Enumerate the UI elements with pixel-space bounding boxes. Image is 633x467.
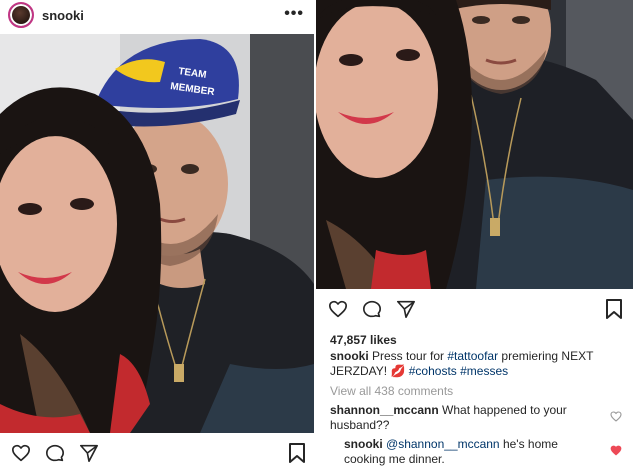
hashtag-cohosts[interactable]: #cohosts: [409, 364, 457, 378]
bookmark-icon[interactable]: [289, 443, 305, 463]
post-photo-left[interactable]: TEAM MEMBER: [0, 34, 314, 433]
heart-icon[interactable]: [328, 300, 348, 318]
bookmark-icon[interactable]: [606, 299, 622, 319]
like-count[interactable]: 47,857 likes: [330, 333, 397, 347]
left-post: snooki ••• TEAM MEMBER: [0, 0, 314, 467]
caption-text: Press tour for: [368, 349, 448, 363]
heart-icon[interactable]: [610, 445, 622, 457]
post-header: snooki •••: [0, 0, 314, 30]
share-icon[interactable]: [396, 300, 416, 318]
hashtag-tattoofar[interactable]: #tattoofar: [447, 349, 498, 363]
comment-icon[interactable]: [45, 444, 65, 462]
avatar[interactable]: [8, 2, 34, 28]
share-icon[interactable]: [79, 444, 99, 462]
caption-username[interactable]: snooki: [330, 349, 369, 363]
left-action-bar: [0, 439, 314, 467]
comment-username[interactable]: snooki: [344, 437, 383, 451]
more-icon[interactable]: •••: [284, 5, 304, 23]
heart-icon[interactable]: [610, 411, 622, 423]
post-caption: snooki Press tour for #tattoofar premier…: [330, 349, 620, 379]
comment-reply: snooki @shannon__mccann he's home cookin…: [344, 437, 600, 467]
hashtag-messes[interactable]: #messes: [460, 364, 508, 378]
comment-mention[interactable]: @shannon__mccann: [386, 437, 500, 451]
post-username[interactable]: snooki: [42, 8, 84, 23]
post-photo-right[interactable]: [316, 0, 633, 289]
right-action-bar: [316, 296, 633, 324]
kiss-emoji: 💋: [390, 364, 406, 378]
comment: shannon__mccann What happened to your hu…: [330, 403, 600, 433]
comment-username[interactable]: shannon__mccann: [330, 403, 439, 417]
view-all-comments-link[interactable]: View all 438 comments: [330, 384, 453, 398]
heart-icon[interactable]: [11, 444, 31, 462]
comment-icon[interactable]: [362, 300, 382, 318]
